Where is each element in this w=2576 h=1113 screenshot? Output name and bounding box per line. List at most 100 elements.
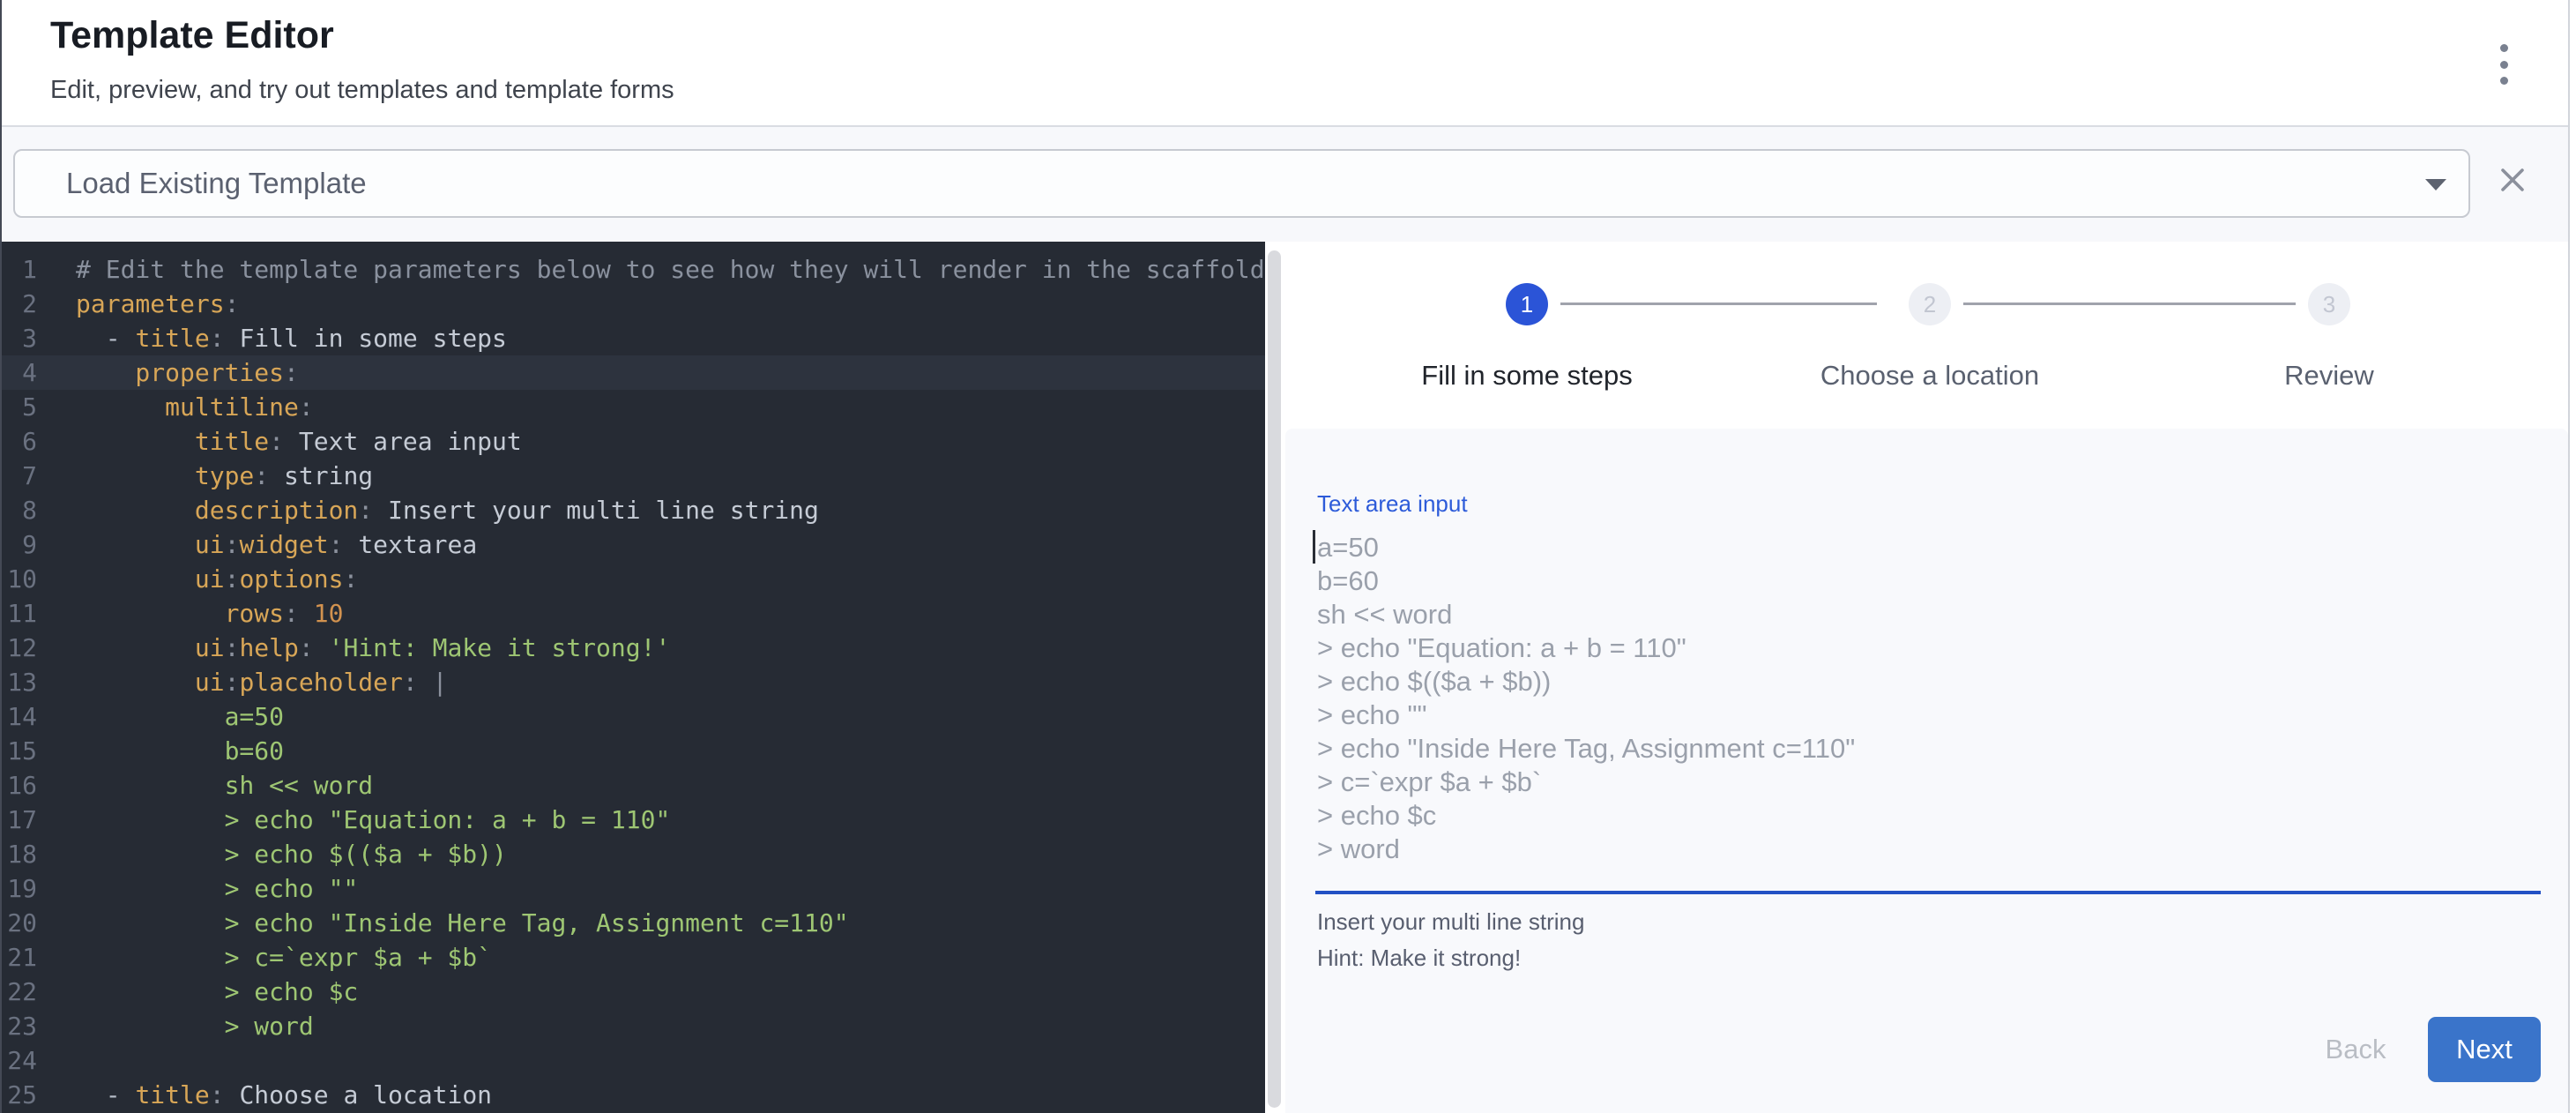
line-number: 5 bbox=[0, 390, 37, 424]
line-number: 18 bbox=[0, 837, 37, 871]
line-number: 20 bbox=[0, 906, 37, 940]
template-editor-page: Template Editor Edit, preview, and try o… bbox=[0, 0, 2576, 1113]
line-number: 13 bbox=[0, 665, 37, 699]
textarea-placeholder-line: b=60 bbox=[1317, 564, 2541, 598]
main-split: 1# Edit the template parameters below to… bbox=[0, 242, 2576, 1113]
editor-line: 5 multiline: bbox=[0, 390, 1265, 424]
page-subtitle: Edit, preview, and try out templates and… bbox=[50, 76, 674, 105]
step-label-review: Review bbox=[2284, 360, 2374, 392]
load-template-section: Load Existing Template bbox=[0, 127, 2576, 242]
editor-line: 6 title: Text area input bbox=[0, 424, 1265, 459]
editor-line: 16 sh << word bbox=[0, 768, 1265, 803]
line-number: 22 bbox=[0, 975, 37, 1009]
step-circle-1: 1 bbox=[1506, 283, 1548, 325]
line-number: 12 bbox=[0, 631, 37, 665]
form-preview-pane: 1 2 3 Fill in some steps Choose a locati… bbox=[1285, 242, 2576, 1113]
editor-line: 15 b=60 bbox=[0, 734, 1265, 768]
line-number: 2 bbox=[0, 287, 37, 321]
line-number: 6 bbox=[0, 424, 37, 459]
editor-line: 18 > echo $(($a + $b)) bbox=[0, 837, 1265, 871]
line-number: 8 bbox=[0, 493, 37, 527]
editor-line: 22 > echo $c bbox=[0, 975, 1265, 1009]
line-number: 11 bbox=[0, 596, 37, 631]
kebab-menu-icon bbox=[2500, 77, 2508, 85]
window-left-edge bbox=[0, 0, 2, 1113]
editor-line: 20 > echo "Inside Here Tag, Assignment c… bbox=[0, 906, 1265, 940]
step-circle-3: 3 bbox=[2308, 283, 2350, 325]
text-cursor bbox=[1313, 530, 1315, 564]
textarea-placeholder-line: > c=`expr $a + $b` bbox=[1317, 766, 2541, 799]
textarea-placeholder-line: > echo "Equation: a + b = 110" bbox=[1317, 631, 2541, 665]
page-title: Template Editor bbox=[50, 14, 334, 57]
load-template-select[interactable]: Load Existing Template bbox=[13, 149, 2470, 218]
line-number: 16 bbox=[0, 768, 37, 803]
line-number: 9 bbox=[0, 527, 37, 562]
textarea-placeholder-line: > word bbox=[1317, 833, 2541, 866]
step-circle-2: 2 bbox=[1909, 283, 1951, 325]
editor-line: 11 rows: 10 bbox=[0, 596, 1265, 631]
page-scrollbar[interactable] bbox=[2568, 0, 2576, 1113]
step-number: 2 bbox=[1924, 291, 1936, 318]
field-description-text: Insert your multi line string bbox=[1317, 908, 1584, 936]
editor-lines: 1# Edit the template parameters below to… bbox=[0, 252, 1265, 1112]
editor-line: 13 ui:placeholder: | bbox=[0, 665, 1265, 699]
editor-line: 3 - title: Fill in some steps bbox=[0, 321, 1265, 355]
line-number: 17 bbox=[0, 803, 37, 837]
close-icon bbox=[2493, 161, 2532, 199]
line-number: 25 bbox=[0, 1078, 37, 1112]
line-number: 10 bbox=[0, 562, 37, 596]
textarea-placeholder: a=50b=60sh << word> echo "Equation: a + … bbox=[1317, 531, 2541, 866]
line-number: 14 bbox=[0, 699, 37, 734]
kebab-menu-icon bbox=[2500, 61, 2508, 69]
line-number: 23 bbox=[0, 1009, 37, 1043]
editor-scrollbar bbox=[1265, 242, 1285, 1113]
line-number: 7 bbox=[0, 459, 37, 493]
editor-scrollbar-thumb[interactable] bbox=[1268, 250, 1281, 1108]
load-template-placeholder: Load Existing Template bbox=[66, 167, 367, 200]
textarea-placeholder-line: > echo $(($a + $b)) bbox=[1317, 665, 2541, 698]
editor-line: 12 ui:help: 'Hint: Make it strong!' bbox=[0, 631, 1265, 665]
line-number: 1 bbox=[0, 252, 37, 287]
editor-line: 21 > c=`expr $a + $b` bbox=[0, 940, 1265, 975]
code-editor[interactable]: 1# Edit the template parameters below to… bbox=[0, 242, 1265, 1113]
step-number: 3 bbox=[2323, 291, 2335, 318]
line-number: 3 bbox=[0, 321, 37, 355]
editor-line: 8 description: Insert your multi line st… bbox=[0, 493, 1265, 527]
editor-line: 14 a=50 bbox=[0, 699, 1265, 734]
editor-line: 23 > word bbox=[0, 1009, 1265, 1043]
line-number: 4 bbox=[0, 355, 37, 390]
step-connector bbox=[1560, 303, 1877, 305]
textarea-placeholder-line: > echo "" bbox=[1317, 698, 2541, 732]
textarea-placeholder-line: a=50 bbox=[1317, 531, 2541, 564]
dropdown-caret-icon bbox=[2425, 179, 2446, 190]
textarea-placeholder-line: sh << word bbox=[1317, 598, 2541, 631]
editor-line: 24 bbox=[0, 1043, 1265, 1078]
editor-line: 19 > echo "" bbox=[0, 871, 1265, 906]
kebab-menu-icon bbox=[2500, 44, 2508, 52]
editor-line: 4 properties: bbox=[0, 355, 1265, 390]
back-button[interactable]: Back bbox=[2303, 1028, 2408, 1071]
line-number: 24 bbox=[0, 1043, 37, 1078]
editor-line: 10 ui:options: bbox=[0, 562, 1265, 596]
editor-line: 2parameters: bbox=[0, 287, 1265, 321]
editor-line: 9 ui:widget: textarea bbox=[0, 527, 1265, 562]
more-options-button[interactable] bbox=[2486, 44, 2521, 85]
editor-line: 1# Edit the template parameters below to… bbox=[0, 252, 1265, 287]
line-number: 15 bbox=[0, 734, 37, 768]
textarea-placeholder-line: > echo "Inside Here Tag, Assignment c=11… bbox=[1317, 732, 2541, 766]
form-card: Text area input a=50b=60sh << word> echo… bbox=[1285, 429, 2568, 1113]
textarea-input[interactable]: a=50b=60sh << word> echo "Equation: a + … bbox=[1317, 531, 2541, 877]
step-number: 1 bbox=[1521, 291, 1533, 318]
page-header: Template Editor Edit, preview, and try o… bbox=[0, 0, 2576, 127]
line-number: 19 bbox=[0, 871, 37, 906]
step-connector bbox=[1963, 303, 2296, 305]
step-label-fill-in-some-steps: Fill in some steps bbox=[1421, 360, 1632, 392]
line-number: 21 bbox=[0, 940, 37, 975]
close-load-template-button[interactable] bbox=[2493, 161, 2532, 199]
editor-line: 17 > echo "Equation: a + b = 110" bbox=[0, 803, 1265, 837]
textarea-placeholder-line: > echo $c bbox=[1317, 799, 2541, 833]
editor-line: 7 type: string bbox=[0, 459, 1265, 493]
step-label-choose-a-location: Choose a location bbox=[1820, 360, 2039, 392]
field-underline bbox=[1315, 891, 2541, 894]
next-button[interactable]: Next bbox=[2428, 1017, 2541, 1082]
